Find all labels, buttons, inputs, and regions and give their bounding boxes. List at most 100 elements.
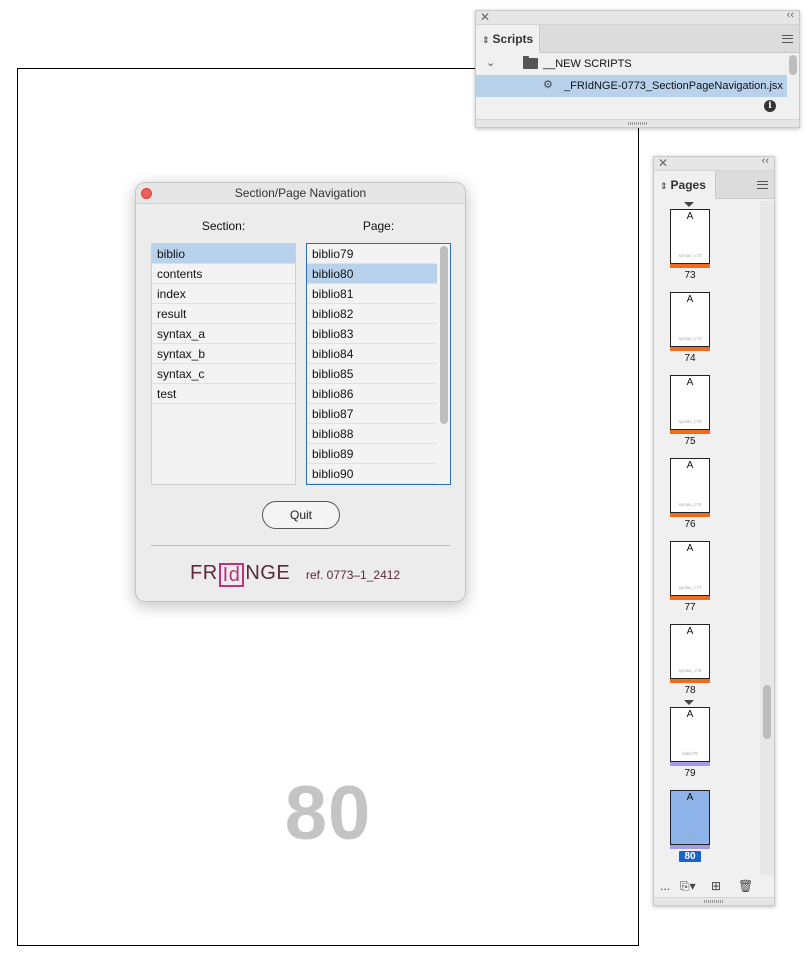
page-number-label: 74 [684, 353, 696, 364]
page-preview[interactable]: A 80 [670, 790, 710, 845]
page-thumbnail[interactable]: Asyntax_c74 74 [654, 292, 760, 375]
section-list-item[interactable]: syntax_b [152, 344, 295, 364]
tab-pages-label: Pages [670, 178, 706, 192]
new-page-icon[interactable]: ⊞ [711, 879, 721, 893]
page-number-label: 80 [679, 851, 701, 862]
divider [151, 545, 450, 546]
page-thumbnail[interactable]: Asyntax_c78 78 [654, 624, 760, 707]
page-thumbnail[interactable]: A 80 80 [654, 790, 760, 873]
page-color-label [670, 513, 710, 517]
page-preview-text: biblio79 [682, 751, 698, 756]
page-preview[interactable]: Asyntax_c78 [670, 624, 710, 679]
page-preview[interactable]: Asyntax_c77 [670, 541, 710, 596]
page-list-item[interactable]: biblio82 [307, 304, 437, 324]
page-list-item[interactable]: biblio80 [307, 264, 437, 284]
page-number-label: 75 [684, 436, 696, 447]
page-preview[interactable]: Asyntax_c74 [670, 292, 710, 347]
page-color-label [670, 845, 710, 849]
page-preview-text: syntax_c74 [678, 336, 702, 341]
section-list-item[interactable]: syntax_a [152, 324, 295, 344]
page-preview[interactable]: Asyntax_c75 [670, 375, 710, 430]
scrollbar[interactable] [789, 55, 797, 75]
master-prefix: A [686, 294, 694, 305]
tab-scripts[interactable]: ⇕ Scripts [476, 25, 540, 53]
section-page-navigation-dialog: Section/Page Navigation Section: Page: b… [135, 182, 466, 602]
folder-label: __NEW SCRIPTS [543, 58, 632, 70]
page-list-item[interactable]: biblio88 [307, 424, 437, 444]
scrollbar-thumb[interactable] [763, 685, 771, 739]
page-list-item[interactable]: biblio79 [307, 244, 437, 264]
page-label: Page: [362, 219, 395, 233]
tab-scripts-label: Scripts [492, 32, 534, 46]
more-options-label[interactable]: ... [660, 879, 670, 893]
page-number-marker: 80 [284, 771, 372, 856]
pages-footer: ... ⎘▾ ⊞ 🗑 [654, 875, 774, 899]
page-list-item[interactable]: biblio84 [307, 344, 437, 364]
script-folder-row[interactable]: ⌄ __NEW SCRIPTS [476, 53, 787, 75]
collapse-icon[interactable]: ‹‹ [787, 9, 794, 21]
section-list-item[interactable]: index [152, 284, 295, 304]
scripts-panel-topbar: ✕ ‹‹ [476, 9, 799, 25]
page-list-item[interactable]: biblio85 [307, 364, 437, 384]
collapse-icon[interactable]: ‹‹ [762, 155, 769, 167]
tab-pages[interactable]: ⇕ Pages [654, 171, 716, 199]
page-preview[interactable]: Abiblio79 [670, 707, 710, 762]
section-listbox[interactable]: biblio contents index result syntax_a syntax_… [151, 243, 296, 485]
master-prefix: A [686, 377, 694, 388]
section-list-item[interactable]: test [152, 384, 295, 404]
trash-icon[interactable]: 🗑 [738, 879, 753, 893]
page-list-item[interactable]: biblio83 [307, 324, 437, 344]
page-listbox[interactable]: biblio79 biblio80 biblio81 biblio82 biblio83… [306, 243, 451, 485]
section-list-item[interactable]: contents [152, 264, 295, 284]
page-number-label: 79 [684, 768, 696, 779]
dialog-title: Section/Page Navigation [234, 186, 367, 200]
edit-page-size-icon[interactable]: ⎘▾ [680, 879, 696, 894]
page-list-item[interactable]: biblio87 [307, 404, 437, 424]
panel-menu-icon[interactable] [782, 35, 793, 43]
page-list-item[interactable]: biblio81 [307, 284, 437, 304]
section-list-item[interactable]: result [152, 304, 295, 324]
fridnge-logo: FR Id NGE [190, 561, 290, 587]
dialog-titlebar: Section/Page Navigation [136, 183, 465, 204]
page-preview-text: syntax_c78 [678, 668, 702, 673]
page-color-label [670, 762, 710, 766]
logo-id-box: Id [218, 563, 245, 587]
close-icon[interactable]: ✕ [480, 10, 490, 24]
master-prefix: A [686, 626, 694, 637]
reference-text: ref. 0773–1_2412 [306, 568, 401, 582]
scrollbar-track[interactable] [760, 201, 774, 875]
script-file-label: _FRIdNGE-0773_SectionPageNavigation.jsx [564, 80, 783, 92]
logo-text-right: NGE [245, 562, 291, 584]
info-icon[interactable]: i [764, 100, 776, 112]
page-number-label: 77 [684, 602, 696, 613]
script-file-row[interactable]: ⚙ _FRIdNGE-0773_SectionPageNavigation.js… [476, 75, 787, 97]
panel-menu-icon[interactable] [757, 181, 768, 189]
page-preview-text: 80 [687, 834, 693, 839]
master-prefix: A [686, 211, 694, 222]
chevron-down-icon[interactable]: ⌄ [486, 56, 495, 69]
page-list-item[interactable]: biblio89 [307, 444, 437, 464]
quit-button[interactable]: Quit [262, 501, 340, 529]
page-number-label: 73 [684, 270, 696, 281]
master-prefix: A [686, 460, 694, 471]
page-preview[interactable]: Asyntax_c76 [670, 458, 710, 513]
close-icon[interactable]: ✕ [658, 156, 668, 170]
page-thumbnail[interactable]: Abiblio79 79 [654, 700, 760, 790]
section-list-item[interactable]: syntax_c [152, 364, 295, 384]
page-preview-text: syntax_c76 [678, 502, 702, 507]
resize-grip[interactable] [654, 897, 774, 905]
page-color-label [670, 596, 710, 600]
page-thumbnail[interactable]: Asyntax_c75 75 [654, 375, 760, 458]
page-thumbnail[interactable]: Asyntax_c76 76 [654, 458, 760, 541]
pages-panel-topbar: ✕ ‹‹ [654, 155, 774, 171]
pages-list: Asyntax_c73 73 Asyntax_c74 74 Asyntax_c75 75 A… [654, 201, 760, 875]
page-list-item[interactable]: biblio86 [307, 384, 437, 404]
resize-grip[interactable] [476, 119, 799, 127]
page-preview[interactable]: Asyntax_c73 [670, 209, 710, 264]
scrollbar[interactable] [440, 246, 448, 424]
section-list-item[interactable]: biblio [152, 244, 295, 264]
page-thumbnail[interactable]: Asyntax_c77 77 [654, 541, 760, 624]
page-list-item[interactable]: biblio90 [307, 464, 437, 484]
logo-text-left: FR [190, 562, 218, 584]
page-thumbnail[interactable]: Asyntax_c73 73 [654, 202, 760, 292]
